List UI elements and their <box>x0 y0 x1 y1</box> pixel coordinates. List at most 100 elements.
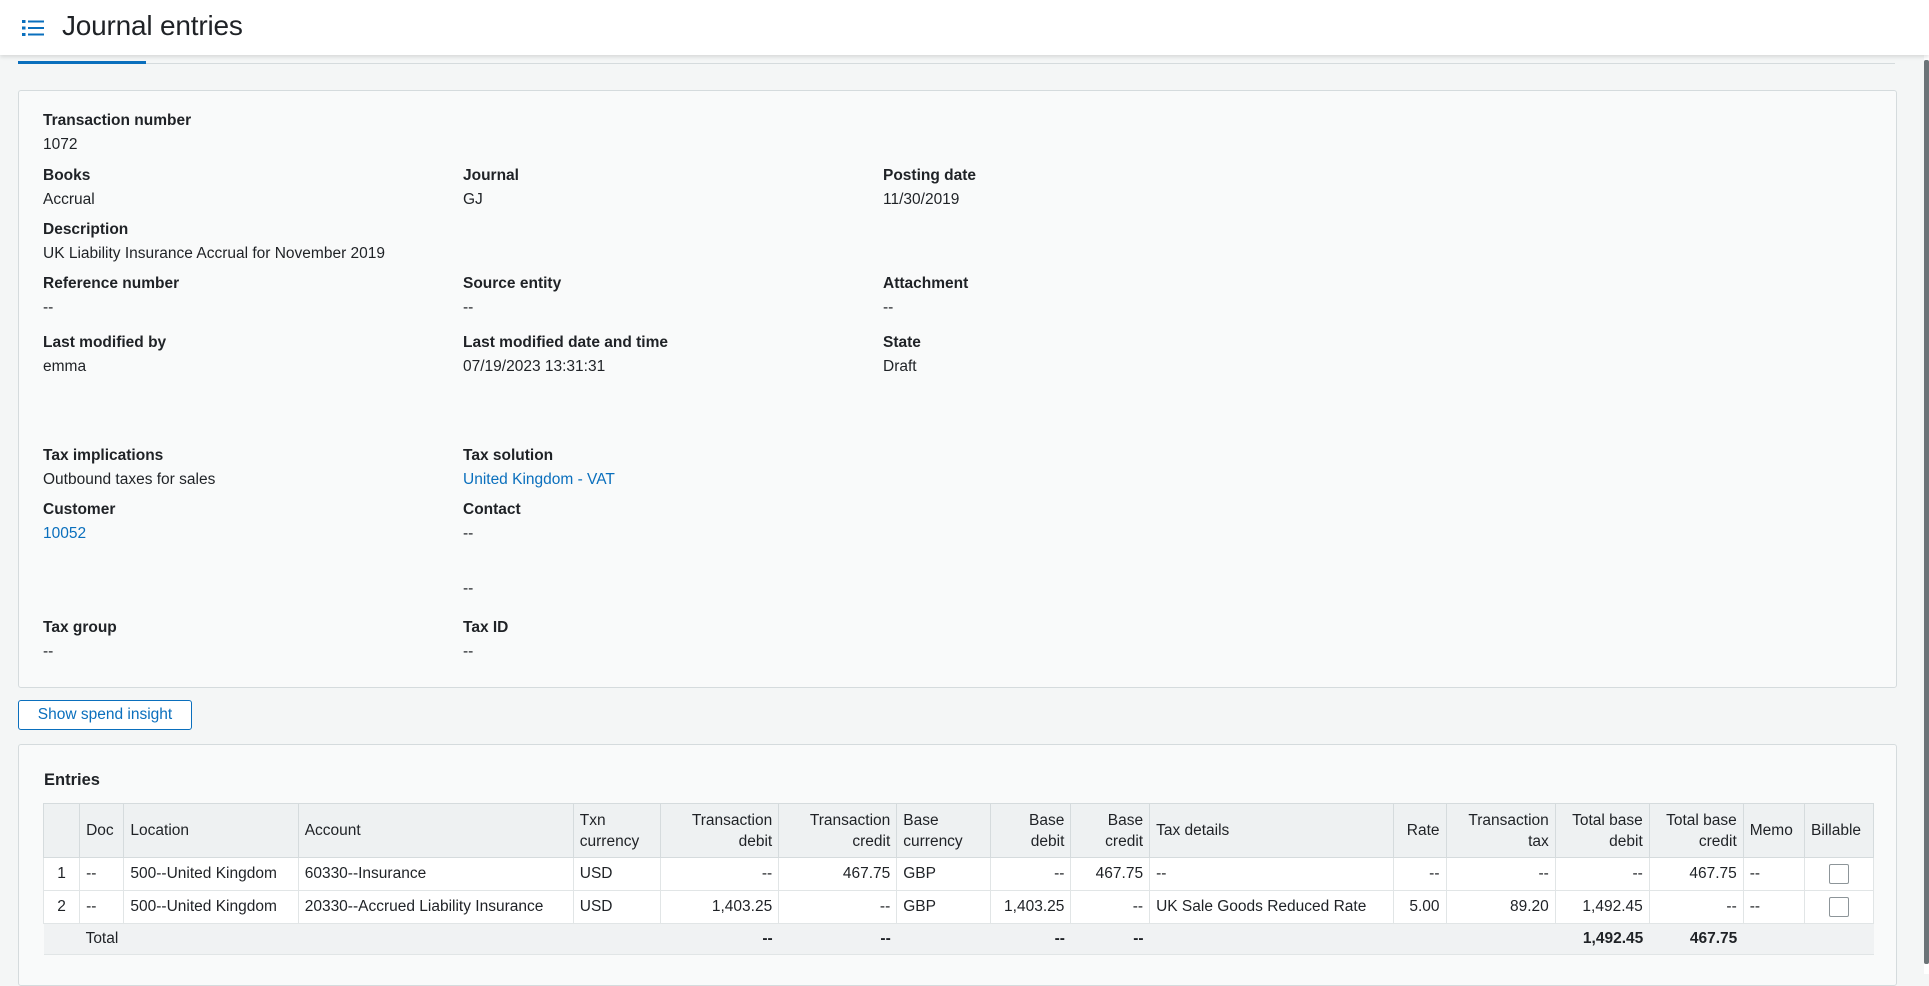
tax-solution-link[interactable]: United Kingdom - VAT <box>463 470 615 490</box>
tax-implications-value: Outbound taxes for sales <box>43 471 216 488</box>
header-card: Transaction number 1072 Books Accrual Jo… <box>18 90 1897 688</box>
description-value: UK Liability Insurance Accrual for Novem… <box>43 245 386 262</box>
cell-total-base-debit: -- <box>1554 857 1650 891</box>
last-modified-by-field: Last modified by emma <box>43 333 166 377</box>
tax-id-value: -- <box>463 643 474 660</box>
cell-rate: 5.00 <box>1393 890 1447 924</box>
table-header-row: Doc Location Account Txn currency Transa… <box>42 803 1874 858</box>
billable-checkbox[interactable] <box>1829 863 1850 884</box>
cell-base-debit: -- <box>990 857 1072 891</box>
column-header-base-debit[interactable]: Base debit <box>990 803 1072 858</box>
scrollbar-thumb[interactable] <box>1924 60 1929 964</box>
cell-transaction-tax: 89.20 <box>1445 890 1556 924</box>
cell-transaction-credit: -- <box>778 890 898 924</box>
field-label: Source entity <box>463 275 562 292</box>
cell-total-base-debit: 1,492.45 <box>1554 890 1650 924</box>
total-spacer <box>896 923 991 955</box>
field-label: Tax ID <box>463 619 509 636</box>
column-header-total-base-credit[interactable]: Total base credit <box>1648 803 1744 858</box>
books-value: Accrual <box>43 191 95 208</box>
column-header-rate[interactable]: Rate <box>1393 803 1447 858</box>
field-label: Journal <box>463 167 519 184</box>
attachment-field: Attachment -- <box>883 274 968 318</box>
cell-memo: -- <box>1742 857 1806 891</box>
field-label: Customer <box>43 501 116 518</box>
column-header-account[interactable]: Account <box>297 803 574 858</box>
field-label: Attachment <box>883 275 969 292</box>
cell-account: 20330--Accrued Liability Insurance <box>297 890 574 924</box>
total-transaction-debit: -- <box>660 923 779 955</box>
field-label: Posting date <box>883 167 977 184</box>
cell-account: 60330--Insurance <box>297 857 574 891</box>
total-transaction-credit: -- <box>778 923 897 955</box>
table-row[interactable]: 2 -- 500--United Kingdom 20330--Accrued … <box>42 890 1874 924</box>
tab-active-indicator[interactable] <box>18 61 146 64</box>
entries-card: Entries Doc Location Account Txn currenc… <box>18 744 1897 986</box>
cell-transaction-credit: 467.75 <box>778 857 898 891</box>
column-header-memo[interactable]: Memo <box>1742 803 1806 858</box>
tax-implications-field: Tax implications Outbound taxes for sale… <box>43 446 215 490</box>
posting-date-field: Posting date 11/30/2019 <box>883 166 976 210</box>
cell-total-base-credit: 467.75 <box>1648 857 1744 891</box>
total-spacer <box>1743 923 1874 955</box>
cell-base-credit: 467.75 <box>1070 857 1151 891</box>
cell-total-base-credit: -- <box>1648 890 1744 924</box>
column-header-base-currency[interactable]: Base currency <box>896 803 992 858</box>
total-base-debit: -- <box>990 923 1071 955</box>
row-number: 2 <box>42 890 81 924</box>
field-label: Reference number <box>43 275 180 292</box>
field-label: Tax implications <box>43 447 164 464</box>
transaction-number-value: 1072 <box>43 136 78 153</box>
tax-id-field: Tax ID -- <box>463 618 508 662</box>
show-spend-insight-button[interactable]: Show spend insight <box>18 700 192 730</box>
column-header-total-base-debit[interactable]: Total base debit <box>1554 803 1650 858</box>
column-header-transaction-tax[interactable]: Transaction tax <box>1445 803 1556 858</box>
journal-value: GJ <box>463 191 483 208</box>
tax-group-field: Tax group -- <box>43 618 117 662</box>
column-header-txn-currency[interactable]: Txn currency <box>572 803 662 858</box>
entries-title: Entries <box>44 771 100 789</box>
customer-link[interactable]: 10052 <box>43 524 115 544</box>
cell-location: 500--United Kingdom <box>123 890 299 924</box>
source-entity-value: -- <box>463 299 474 316</box>
list-menu-icon[interactable] <box>22 18 44 38</box>
billable-checkbox[interactable] <box>1829 896 1850 917</box>
total-row: Total -- -- -- -- 1,492.45 467.75 <box>43 923 1874 955</box>
source-entity-field: Source entity -- <box>463 274 561 318</box>
cell-transaction-debit: 1,403.25 <box>660 890 780 924</box>
tax-group-value: -- <box>43 643 54 660</box>
field-label: Contact <box>463 501 521 518</box>
description-field: Description UK Liability Insurance Accru… <box>43 220 385 264</box>
cell-tax-details: UK Sale Goods Reduced Rate <box>1149 890 1395 924</box>
cell-base-currency: GBP <box>896 890 992 924</box>
books-field: Books Accrual <box>43 166 95 210</box>
state-value: Draft <box>883 358 917 375</box>
total-total-base-debit: 1,492.45 <box>1555 923 1650 955</box>
column-header-tax-details[interactable]: Tax details <box>1149 803 1395 858</box>
contact-field: Contact -- -- <box>463 500 521 599</box>
field-label: Last modified by <box>43 334 167 351</box>
cell-base-credit: -- <box>1070 890 1151 924</box>
column-header-doc[interactable]: Doc <box>79 803 125 858</box>
cell-txn-currency: USD <box>572 890 662 924</box>
reference-number-field: Reference number -- <box>43 274 179 318</box>
total-base-credit: -- <box>1070 923 1150 955</box>
column-header-base-credit[interactable]: Base credit <box>1070 803 1151 858</box>
last-modified-date-field: Last modified date and time 07/19/2023 1… <box>463 333 668 377</box>
table-row[interactable]: 1 -- 500--United Kingdom 60330--Insuranc… <box>42 857 1874 891</box>
field-label: Books <box>43 167 91 184</box>
cell-billable <box>1804 857 1874 891</box>
cell-base-debit: 1,403.25 <box>990 890 1072 924</box>
column-header-rownum <box>42 803 81 858</box>
transaction-number-field: Transaction number 1072 <box>43 111 191 155</box>
total-spacer <box>1149 923 1556 955</box>
column-header-billable[interactable]: Billable <box>1804 803 1874 858</box>
field-label: Last modified date and time <box>463 334 668 351</box>
column-header-location[interactable]: Location <box>123 803 299 858</box>
field-label: State <box>883 334 921 351</box>
column-header-transaction-credit[interactable]: Transaction credit <box>778 803 898 858</box>
cell-doc: -- <box>79 857 125 891</box>
tab-divider <box>18 63 1895 64</box>
column-header-transaction-debit[interactable]: Transaction debit <box>660 803 780 858</box>
field-label: Transaction number <box>43 112 192 129</box>
